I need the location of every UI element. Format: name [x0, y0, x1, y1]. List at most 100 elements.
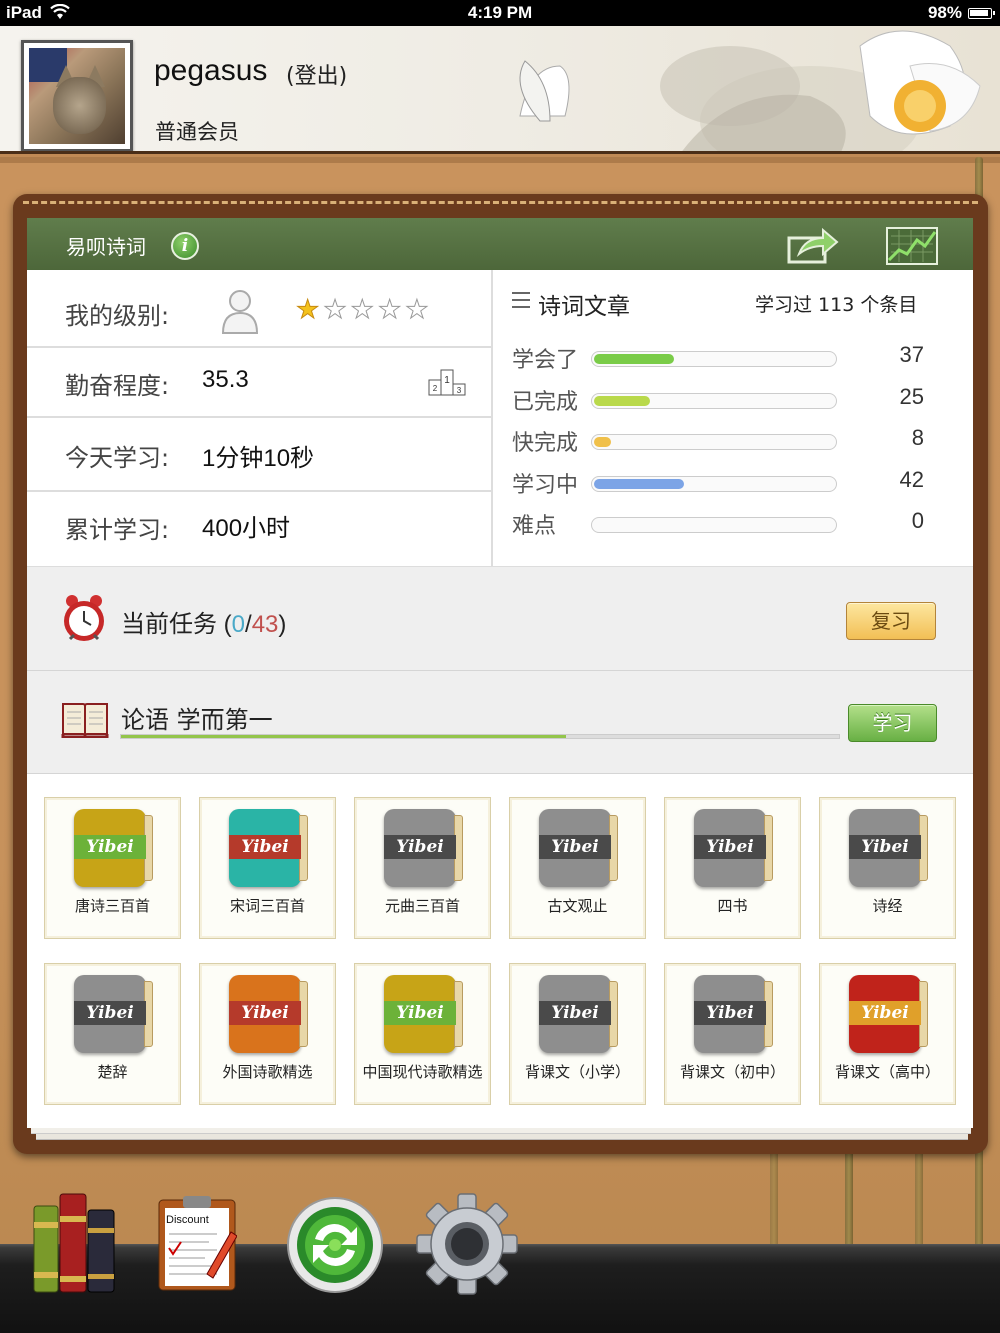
membership-level: 普通会员 [155, 120, 239, 144]
book-tile[interactable]: Yibei 背课文（高中） [819, 963, 956, 1105]
progress-label: 快完成 [512, 431, 579, 456]
book-tile[interactable]: Yibei 古文观止 [509, 797, 646, 939]
progress-fill [594, 396, 650, 406]
cat-avatar-image [29, 48, 125, 144]
task-done-count: 0 [231, 611, 246, 638]
logout-link[interactable]: (登出) [286, 58, 347, 90]
today-row: 今天学习: 1分钟10秒 [27, 418, 491, 492]
progress-bar [591, 434, 837, 450]
progress-row: 已完成 25 [512, 384, 932, 415]
progress-value: 0 [911, 508, 924, 533]
book-label: 背课文（高中） [834, 1063, 940, 1081]
settings-gear-icon[interactable] [415, 1192, 519, 1296]
progress-bar [591, 351, 837, 367]
discount-clipboard-icon[interactable]: Discount [157, 1196, 237, 1292]
progress-row: 学会了 37 [512, 342, 932, 373]
progress-bar [591, 476, 837, 492]
book-tile[interactable]: Yibei 背课文（初中） [664, 963, 801, 1105]
book-icon: Yibei [384, 975, 464, 1053]
progress-label: 难点 [512, 514, 557, 539]
avatar[interactable] [21, 40, 133, 151]
diligence-row: 勤奋程度: 35.3 [27, 348, 491, 418]
book-tile[interactable]: Yibei 唐诗三百首 [44, 797, 181, 939]
poems-count: 学习过 113 个条目 [755, 294, 918, 316]
diligence-value: 35.3 [202, 366, 249, 393]
book-icon: Yibei [74, 975, 154, 1053]
share-icon[interactable] [787, 226, 839, 266]
progress-bar [591, 517, 837, 533]
book-label: 古文观止 [547, 897, 608, 915]
progress-row: 快完成 8 [512, 425, 932, 456]
progress-value: 37 [899, 342, 924, 367]
book-tile[interactable]: Yibei 背课文（小学） [509, 963, 646, 1105]
task-total-count: 43 [251, 611, 279, 638]
book-icon: Yibei [849, 809, 929, 887]
course-progress-fill [121, 735, 566, 738]
review-button[interactable]: 复习 [846, 602, 936, 640]
book-label: 四书 [717, 897, 748, 915]
star-empty-icon: ★ [405, 295, 429, 325]
library-icon[interactable] [30, 1192, 120, 1296]
diligence-label: 勤奋程度: [65, 372, 170, 400]
info-icon[interactable]: i [171, 232, 199, 260]
book-icon: Yibei [74, 809, 154, 887]
book-icon: Yibei [539, 975, 619, 1053]
book-icon: Yibei [384, 809, 464, 887]
today-label: 今天学习: [65, 444, 170, 472]
book-label: 外国诗歌精选 [222, 1063, 313, 1081]
username: pegasus [154, 54, 268, 87]
sync-icon[interactable] [285, 1195, 385, 1295]
clipboard-title: Discount [166, 1214, 209, 1226]
star-empty-icon: ★ [323, 295, 347, 325]
book-icon: Yibei [849, 975, 929, 1053]
book-icon: Yibei [694, 809, 774, 887]
person-icon [221, 290, 259, 334]
progress-fill [594, 479, 684, 489]
today-value: 1分钟10秒 [202, 445, 315, 472]
book-tile[interactable]: Yibei 宋词三百首 [199, 797, 336, 939]
progress-label: 已完成 [512, 390, 579, 415]
progress-row: 学习中 42 [512, 467, 932, 498]
total-value: 400小时 [202, 515, 291, 542]
book-tile[interactable]: Yibei 四书 [664, 797, 801, 939]
book-label: 元曲三百首 [384, 897, 460, 915]
podium-icon[interactable]: 1 2 3 [428, 368, 466, 396]
svg-text:1: 1 [444, 375, 450, 386]
book-tile[interactable]: Yibei 元曲三百首 [354, 797, 491, 939]
progress-value: 25 [899, 384, 924, 409]
stats-chart-icon[interactable] [885, 226, 939, 266]
book-tile[interactable]: Yibei 诗经 [819, 797, 956, 939]
alarm-clock-icon [64, 595, 104, 641]
total-label: 累计学习: [65, 516, 170, 544]
book-tile[interactable]: Yibei 楚辞 [44, 963, 181, 1105]
open-book-icon [61, 703, 109, 738]
progress-fill [594, 437, 611, 447]
book-label: 宋词三百首 [229, 897, 305, 915]
lotus-decoration-icon [519, 30, 981, 151]
book-icon: Yibei [229, 809, 309, 887]
star-filled-icon: ★ [295, 295, 320, 325]
profile-header: pegasus (登出) 普通会员 [0, 26, 1000, 154]
course-progress-bar [120, 734, 840, 739]
book-icon: Yibei [539, 809, 619, 887]
progress-value: 8 [911, 425, 924, 450]
poems-title: 诗词文章 [538, 294, 630, 320]
menu-icon[interactable] [512, 292, 530, 308]
book-tile[interactable]: Yibei 中国现代诗歌精选 [354, 963, 491, 1105]
progress-label: 学会了 [512, 348, 579, 373]
book-tile[interactable]: Yibei 外国诗歌精选 [199, 963, 336, 1105]
level-label: 我的级别: [65, 302, 170, 330]
progress-row: 难点 0 [512, 508, 932, 539]
star-empty-icon: ★ [350, 295, 374, 325]
book-label: 楚辞 [97, 1063, 128, 1081]
book-icon: Yibei [229, 975, 309, 1053]
progress-fill [594, 354, 674, 364]
battery-icon [968, 7, 995, 19]
battery-percent: 98% [927, 3, 962, 22]
task-label: 当前任务 [121, 610, 217, 638]
book-label: 诗经 [872, 897, 903, 915]
progress-value: 42 [899, 467, 924, 492]
progress-bar [591, 393, 837, 409]
study-button[interactable]: 学习 [848, 704, 937, 742]
level-stars: ★ ★ ★ ★ ★ [295, 295, 429, 325]
